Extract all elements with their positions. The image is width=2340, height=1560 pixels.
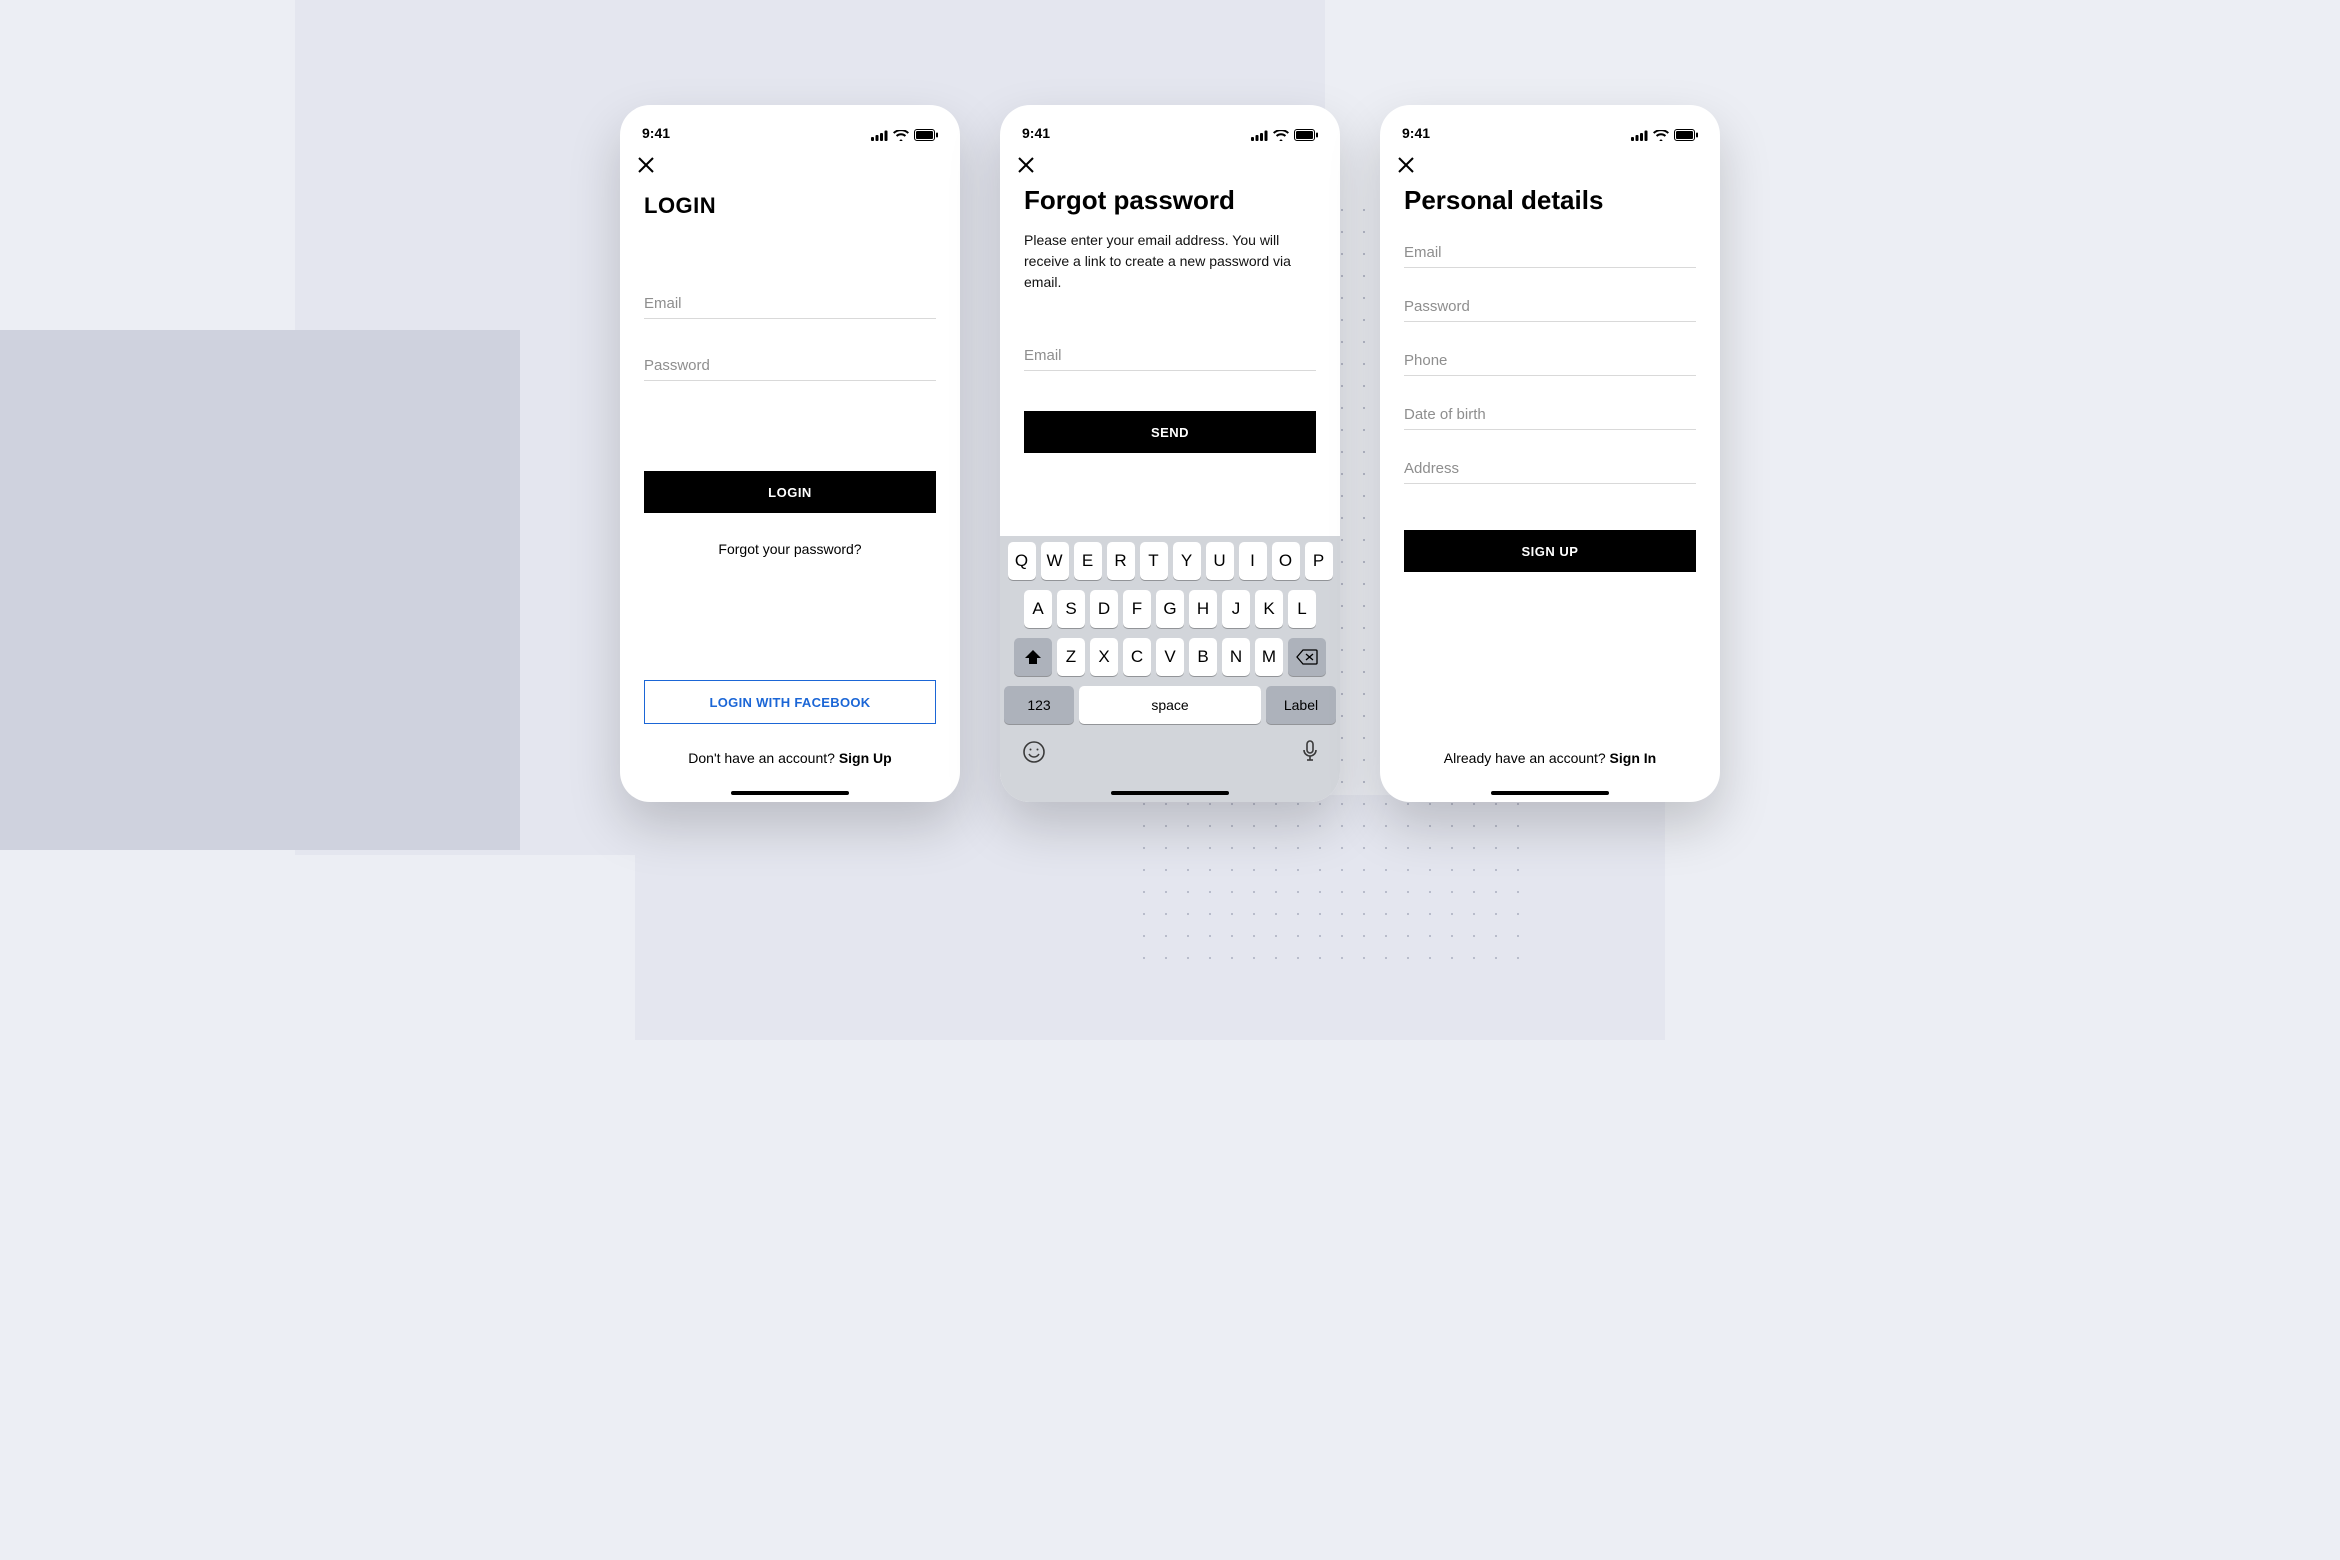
- key-i[interactable]: I: [1239, 542, 1267, 580]
- send-button[interactable]: SEND: [1024, 411, 1316, 453]
- screen-personal-details: 9:41 Personal details SIGN UP: [1380, 105, 1720, 802]
- status-time: 9:41: [642, 125, 670, 141]
- signup-link[interactable]: Sign Up: [839, 750, 892, 766]
- mic-icon[interactable]: [1302, 740, 1318, 770]
- signup-button[interactable]: SIGN UP: [1404, 530, 1696, 572]
- key-k[interactable]: K: [1255, 590, 1283, 628]
- backspace-key[interactable]: [1288, 638, 1326, 676]
- key-c[interactable]: C: [1123, 638, 1151, 676]
- status-bar: 9:41: [620, 105, 960, 143]
- key-b[interactable]: B: [1189, 638, 1217, 676]
- address-field[interactable]: [1404, 454, 1696, 484]
- key-o[interactable]: O: [1272, 542, 1300, 580]
- return-key[interactable]: Label: [1266, 686, 1336, 724]
- screen-forgot-password: 9:41 Forgot password Please enter your e…: [1000, 105, 1340, 802]
- key-w[interactable]: W: [1041, 542, 1069, 580]
- key-j[interactable]: J: [1222, 590, 1250, 628]
- signin-prompt: Already have an account? Sign In: [1404, 750, 1696, 766]
- key-m[interactable]: M: [1255, 638, 1283, 676]
- key-q[interactable]: Q: [1008, 542, 1036, 580]
- status-bar: 9:41: [1380, 105, 1720, 143]
- battery-icon: [1294, 129, 1318, 141]
- password-field[interactable]: [644, 351, 936, 381]
- login-facebook-button[interactable]: LOGIN WITH FACEBOOK: [644, 680, 936, 724]
- status-time: 9:41: [1022, 125, 1050, 141]
- page-title: Personal details: [1404, 185, 1696, 216]
- forgot-password-link[interactable]: Forgot your password?: [644, 541, 936, 557]
- signup-prompt: Don't have an account? Sign Up: [644, 750, 936, 766]
- key-x[interactable]: X: [1090, 638, 1118, 676]
- cellular-icon: [1631, 130, 1648, 141]
- battery-icon: [914, 129, 938, 141]
- key-h[interactable]: H: [1189, 590, 1217, 628]
- phone-field[interactable]: [1404, 346, 1696, 376]
- key-a[interactable]: A: [1024, 590, 1052, 628]
- key-r[interactable]: R: [1107, 542, 1135, 580]
- page-title: LOGIN: [644, 193, 936, 219]
- on-screen-keyboard: QWERTYUIOP ASDFGHJKL ZXCVBNM 123 space L…: [1000, 536, 1340, 802]
- space-key[interactable]: space: [1079, 686, 1261, 724]
- shift-key[interactable]: [1014, 638, 1052, 676]
- signin-prompt-text: Already have an account?: [1444, 750, 1610, 766]
- status-icons: [871, 129, 938, 141]
- email-field[interactable]: [644, 289, 936, 319]
- key-v[interactable]: V: [1156, 638, 1184, 676]
- key-f[interactable]: F: [1123, 590, 1151, 628]
- status-bar: 9:41: [1000, 105, 1340, 143]
- key-l[interactable]: L: [1288, 590, 1316, 628]
- password-field[interactable]: [1404, 292, 1696, 322]
- dob-field[interactable]: [1404, 400, 1696, 430]
- signup-prompt-text: Don't have an account?: [688, 750, 839, 766]
- emoji-icon[interactable]: [1022, 740, 1046, 770]
- key-y[interactable]: Y: [1173, 542, 1201, 580]
- status-icons: [1251, 129, 1318, 141]
- wifi-icon: [1273, 130, 1289, 141]
- close-icon[interactable]: [1398, 153, 1414, 179]
- wifi-icon: [1653, 130, 1669, 141]
- signin-link[interactable]: Sign In: [1610, 750, 1657, 766]
- wifi-icon: [893, 130, 909, 141]
- key-t[interactable]: T: [1140, 542, 1168, 580]
- close-icon[interactable]: [638, 153, 654, 179]
- battery-icon: [1674, 129, 1698, 141]
- screen-login: 9:41 LOGIN LOGIN: [620, 105, 960, 802]
- key-g[interactable]: G: [1156, 590, 1184, 628]
- status-icons: [1631, 129, 1698, 141]
- numeric-key[interactable]: 123: [1004, 686, 1074, 724]
- email-field[interactable]: [1404, 238, 1696, 268]
- page-title: Forgot password: [1024, 185, 1316, 216]
- key-e[interactable]: E: [1074, 542, 1102, 580]
- page-description: Please enter your email address. You wil…: [1024, 230, 1316, 293]
- home-indicator[interactable]: [1491, 791, 1609, 796]
- key-d[interactable]: D: [1090, 590, 1118, 628]
- close-icon[interactable]: [1018, 153, 1034, 179]
- home-indicator[interactable]: [1111, 791, 1229, 796]
- home-indicator[interactable]: [731, 791, 849, 796]
- login-button[interactable]: LOGIN: [644, 471, 936, 513]
- key-p[interactable]: P: [1305, 542, 1333, 580]
- status-time: 9:41: [1402, 125, 1430, 141]
- cellular-icon: [871, 130, 888, 141]
- key-u[interactable]: U: [1206, 542, 1234, 580]
- key-s[interactable]: S: [1057, 590, 1085, 628]
- email-field[interactable]: [1024, 341, 1316, 371]
- cellular-icon: [1251, 130, 1268, 141]
- key-z[interactable]: Z: [1057, 638, 1085, 676]
- key-n[interactable]: N: [1222, 638, 1250, 676]
